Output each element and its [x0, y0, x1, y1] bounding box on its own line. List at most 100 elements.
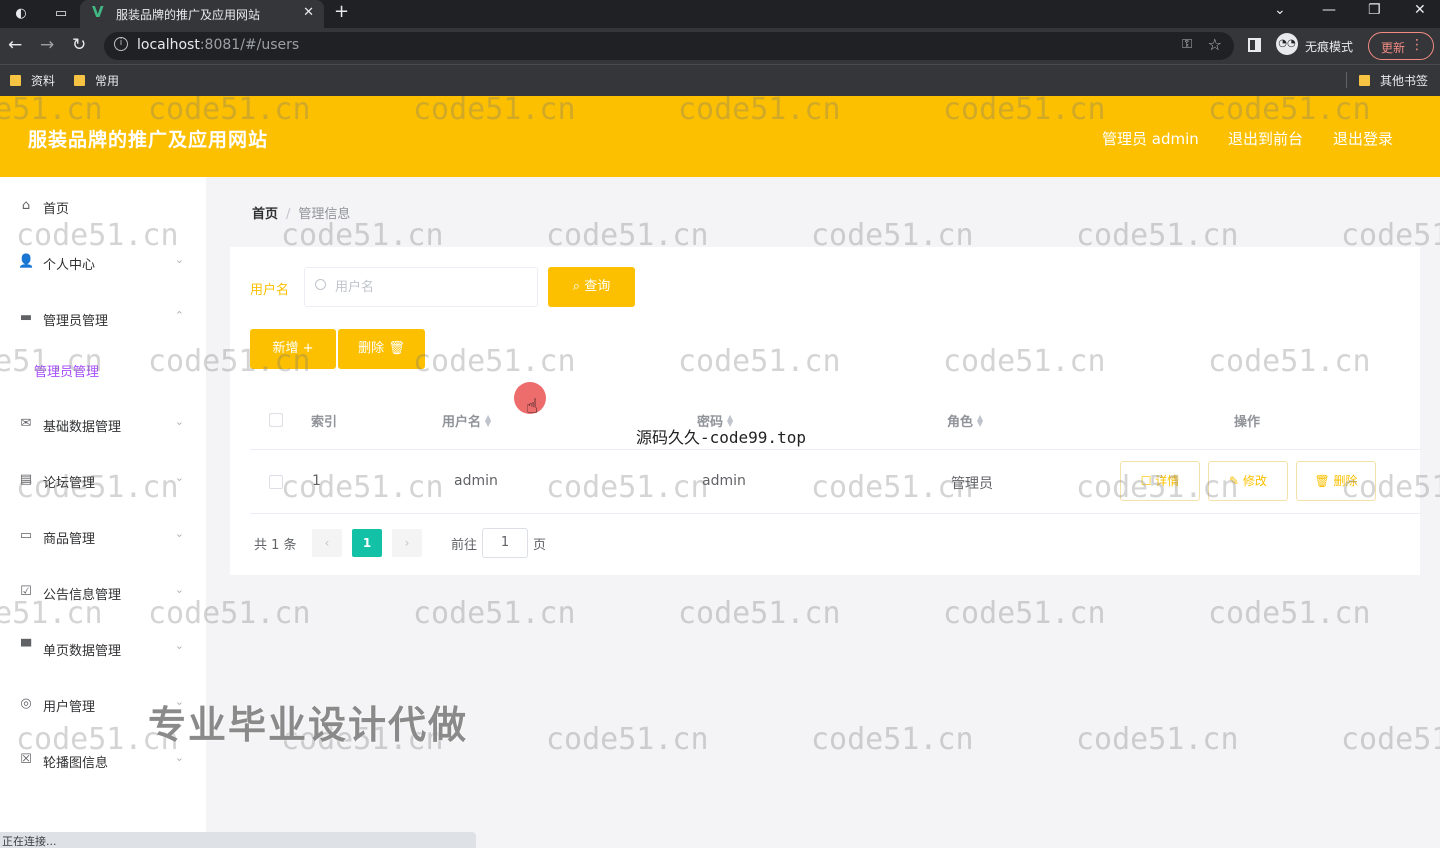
forward-icon[interactable]: →: [40, 35, 54, 55]
folder-icon: [1359, 75, 1370, 86]
goto-unit-label: 页: [533, 538, 547, 553]
sidebar-item-basedata[interactable]: ✉ 基础数据管理 ⌄: [18, 414, 188, 436]
watermark: code51.cn: [678, 596, 841, 631]
site-info-icon[interactable]: i: [114, 37, 128, 51]
username-search-input[interactable]: [335, 277, 525, 297]
more-menu-icon[interactable]: ⋮: [1410, 37, 1424, 53]
goto-page-input[interactable]: 1: [482, 528, 528, 558]
bookmark-folder[interactable]: 资料: [10, 72, 55, 89]
sidebar-item-label: 论坛管理: [43, 476, 96, 491]
vue-favicon-icon: V: [92, 3, 104, 21]
sidebar-item-banner[interactable]: ☒ 轮播图信息 ⌄: [18, 750, 188, 772]
detail-button[interactable]: ☐ 详情: [1120, 461, 1200, 501]
detail-button-label: 详情: [1155, 474, 1180, 488]
sidebar-item-label: 轮播图信息: [43, 756, 109, 771]
window-close-icon[interactable]: ✕: [1414, 2, 1426, 18]
breadcrumb-home[interactable]: 首页: [252, 207, 278, 222]
detail-icon: ☐: [1140, 474, 1156, 488]
exit-to-front-link[interactable]: 退出到前台: [1228, 128, 1303, 149]
sidebar-subitem-admin[interactable]: 管理员管理: [34, 361, 99, 380]
row-checkbox[interactable]: [269, 475, 283, 489]
cell-role: 管理员: [951, 476, 993, 492]
trash-icon: 🗑: [1314, 474, 1334, 488]
sidebar-item-notice[interactable]: ☑ 公告信息管理 ⌄: [18, 582, 188, 604]
sidebar-item-label: 基础数据管理: [43, 420, 122, 435]
browser-menu-icon[interactable]: ◐: [10, 3, 32, 25]
sort-icon[interactable]: ▲ ▼: [485, 414, 491, 428]
logout-link[interactable]: 退出登录: [1333, 128, 1393, 149]
sidebar-item-goods[interactable]: ▭ 商品管理 ⌄: [18, 526, 188, 548]
reload-icon[interactable]: ↻: [72, 35, 86, 55]
chevron-down-icon: ⌄: [174, 253, 184, 266]
browser-tab[interactable]: V 服装品牌的推广及应用网站 ✕: [80, 0, 324, 28]
plus-icon: +: [298, 341, 314, 356]
username-filter-label: 用户名: [250, 283, 290, 298]
folder-icon: [10, 75, 21, 86]
side-panel-icon[interactable]: [1248, 38, 1261, 52]
hand-cursor-icon: ☝: [526, 394, 539, 418]
site-title: 服装品牌的推广及应用网站: [28, 129, 269, 151]
sidebar-item-forum[interactable]: ▤ 论坛管理 ⌄: [18, 470, 188, 492]
column-header-username[interactable]: 用户名 ▲ ▼: [442, 411, 491, 431]
sidebar-item-home[interactable]: ⌂ 首页: [18, 196, 188, 218]
bookmark-folder[interactable]: 常用: [74, 72, 119, 89]
chevron-down-icon: ⌄: [174, 751, 184, 764]
watermark: code51.cn: [1208, 596, 1371, 631]
app-header: 服装品牌的推广及应用网站 管理员 admin 退出到前台 退出登录: [0, 96, 1440, 177]
other-bookmarks[interactable]: 其他书签: [1359, 72, 1428, 89]
incognito-icon[interactable]: ◔◔: [1276, 33, 1298, 55]
cell-password: admin: [702, 473, 746, 489]
minimize-icon[interactable]: —: [1322, 2, 1336, 18]
address-bar[interactable]: i localhost:8081/#/users ⚿ ☆: [104, 32, 1234, 60]
tab-close-icon[interactable]: ✕: [303, 5, 314, 20]
back-icon[interactable]: ←: [8, 35, 22, 55]
username-search-field[interactable]: [304, 267, 538, 307]
row-delete-button[interactable]: 🗑 删除: [1296, 461, 1376, 501]
current-user-label: 管理员 admin: [1102, 130, 1199, 148]
new-tab-icon[interactable]: +: [334, 1, 349, 22]
search-button[interactable]: ⌕ 查询: [548, 267, 635, 307]
globe-icon: ◎: [20, 696, 32, 711]
bookmark-label: 资料: [31, 74, 56, 88]
sidebar-item-label: 商品管理: [43, 532, 96, 547]
sidebar-item-label: 公告信息管理: [43, 588, 122, 603]
tab-list-icon[interactable]: ⌄: [1274, 2, 1286, 18]
watermark: code51.cn: [811, 722, 974, 757]
sidebar-item-label: 首页: [43, 202, 70, 217]
add-button[interactable]: 新增 +: [250, 329, 336, 369]
page-number-button[interactable]: 1: [352, 529, 382, 557]
sidebar-item-singlepage[interactable]: ▀ 单页数据管理 ⌄: [18, 638, 188, 660]
chat-icon: ▭: [19, 528, 33, 543]
sidebar-item-profile[interactable]: 👤 个人中心 ⌄: [18, 252, 188, 274]
browser-toolbar: ← → ↻ i localhost:8081/#/users ⚿ ☆ ◔◔ 无痕…: [0, 28, 1440, 64]
breadcrumb-separator: /: [286, 207, 291, 222]
next-page-button[interactable]: ›: [392, 529, 422, 557]
chevron-down-icon: ⌄: [174, 639, 184, 652]
delete-button-label: 删除: [358, 341, 385, 356]
password-key-icon[interactable]: ⚿: [1182, 37, 1192, 52]
trash-icon: 🗑: [384, 341, 405, 356]
update-label: 更新: [1381, 41, 1406, 55]
select-all-checkbox[interactable]: [269, 413, 283, 427]
ad-overlay-text: 专业毕业设计代做: [148, 703, 469, 747]
browser-status-bar: 正在连接...: [0, 832, 476, 848]
tab-search-icon[interactable]: ▭: [50, 3, 72, 25]
search-icon: [315, 279, 326, 290]
watermark: code51.cn: [1341, 722, 1440, 757]
restore-icon[interactable]: ❐: [1368, 2, 1381, 18]
table-header: 索引 用户名 ▲ ▼ 密码 ▲ ▼ 角色 ▲ ▼ 操作: [250, 388, 1420, 450]
update-button[interactable]: 更新 ⋮: [1368, 32, 1434, 60]
edit-button[interactable]: ✎ 修改: [1208, 461, 1288, 501]
batch-delete-button[interactable]: 删除 🗑: [338, 329, 425, 369]
other-bookmarks-label: 其他书签: [1380, 74, 1429, 88]
bookmark-star-icon[interactable]: ☆: [1208, 35, 1222, 54]
sort-icon[interactable]: ▲ ▼: [977, 414, 983, 428]
search-button-label: 查询: [584, 279, 611, 294]
column-header-role[interactable]: 角色 ▲ ▼: [947, 411, 983, 431]
column-header-index: 索引: [311, 415, 338, 430]
image-icon: ☒: [20, 752, 32, 767]
pagination: 共 1 条 ‹ 1 › 前往 1 页: [254, 527, 654, 558]
sidebar-item-admin[interactable]: ▬ 管理员管理 ⌃: [18, 308, 188, 330]
cell-username: admin: [454, 473, 498, 489]
prev-page-button[interactable]: ‹: [312, 529, 342, 557]
